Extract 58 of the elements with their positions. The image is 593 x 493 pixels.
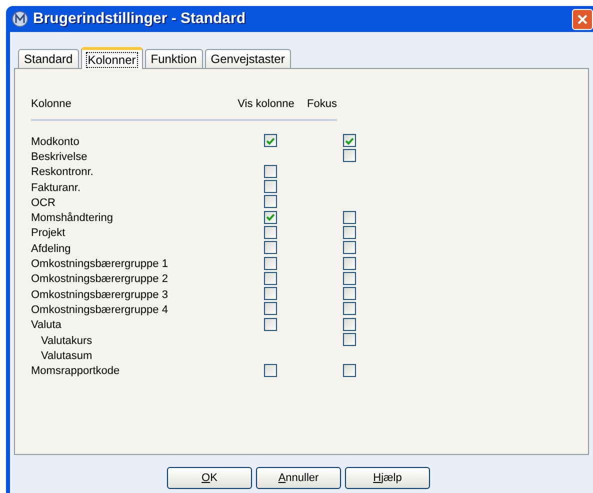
checkbox[interactable] <box>342 364 356 377</box>
checkbox[interactable] <box>342 287 356 300</box>
column-label: Valutasum <box>41 350 92 362</box>
checkbox[interactable] <box>264 134 276 148</box>
tab[interactable]: Genvejstaster <box>204 49 291 68</box>
column-label: OCR <box>31 196 56 209</box>
column-label: Modkonto <box>31 136 80 148</box>
checkbox[interactable] <box>264 226 276 239</box>
column-header: Kolonne <box>31 98 72 110</box>
column-header: Fokus <box>307 97 337 112</box>
app-logo-icon <box>12 11 28 27</box>
checkbox[interactable] <box>342 256 356 270</box>
checkbox[interactable] <box>342 149 356 162</box>
checkbox[interactable] <box>264 302 276 316</box>
tab[interactable]: Kolonner <box>80 47 143 69</box>
column-label: Omkostningsbærergruppe 2 <box>31 273 168 286</box>
checkbox[interactable] <box>264 287 276 300</box>
window-title: Brugerindstillinger - Standard <box>33 8 246 29</box>
column-label: Reskontronr. <box>31 166 94 178</box>
checkbox[interactable] <box>342 333 356 346</box>
checkbox[interactable] <box>264 241 276 254</box>
checkbox[interactable] <box>342 302 356 316</box>
column-label: Omkostningsbærergruppe 1 <box>31 258 168 270</box>
column-label: Valuta <box>31 319 62 332</box>
checkbox[interactable] <box>264 364 276 377</box>
column-header: Vis kolonne <box>238 97 294 112</box>
checkbox[interactable] <box>342 210 356 224</box>
tab[interactable]: Funktion <box>144 49 203 68</box>
column-label: Momshåndtering <box>31 212 113 224</box>
checkbox[interactable] <box>264 318 276 331</box>
checkbox[interactable] <box>264 256 276 270</box>
dialog-button[interactable]: Hjælp <box>345 467 430 489</box>
column-label: Valutakurs <box>41 334 92 347</box>
close-icon <box>577 14 588 24</box>
checkbox[interactable] <box>264 210 276 224</box>
checkbox[interactable] <box>264 180 276 194</box>
checkmark-icon <box>344 136 354 145</box>
checkbox[interactable] <box>342 318 356 331</box>
checkmark-icon <box>266 136 274 145</box>
checkbox[interactable] <box>264 164 276 178</box>
checkmark-icon <box>266 213 274 222</box>
checkbox[interactable] <box>342 241 356 254</box>
column-label: Omkostningsbærergruppe 3 <box>31 288 168 301</box>
checkbox[interactable] <box>342 226 356 239</box>
column-label: Beskrivelse <box>31 150 88 163</box>
column-label: Projekt <box>31 227 66 240</box>
column-label: Omkostningsbærergruppe 4 <box>31 304 168 316</box>
checkbox[interactable] <box>264 195 276 208</box>
dialog-button[interactable]: Annuller <box>256 467 341 489</box>
column-label: Afdeling <box>31 242 71 255</box>
dialog-button[interactable]: OK <box>167 467 252 489</box>
checkbox[interactable] <box>264 272 276 285</box>
close-button[interactable] <box>572 8 593 30</box>
checkbox[interactable] <box>342 272 356 285</box>
column-label: Fakturanr. <box>31 182 81 194</box>
column-label: Momsrapportkode <box>31 365 120 378</box>
tab[interactable]: Standard <box>18 49 79 68</box>
checkbox[interactable] <box>342 134 356 148</box>
